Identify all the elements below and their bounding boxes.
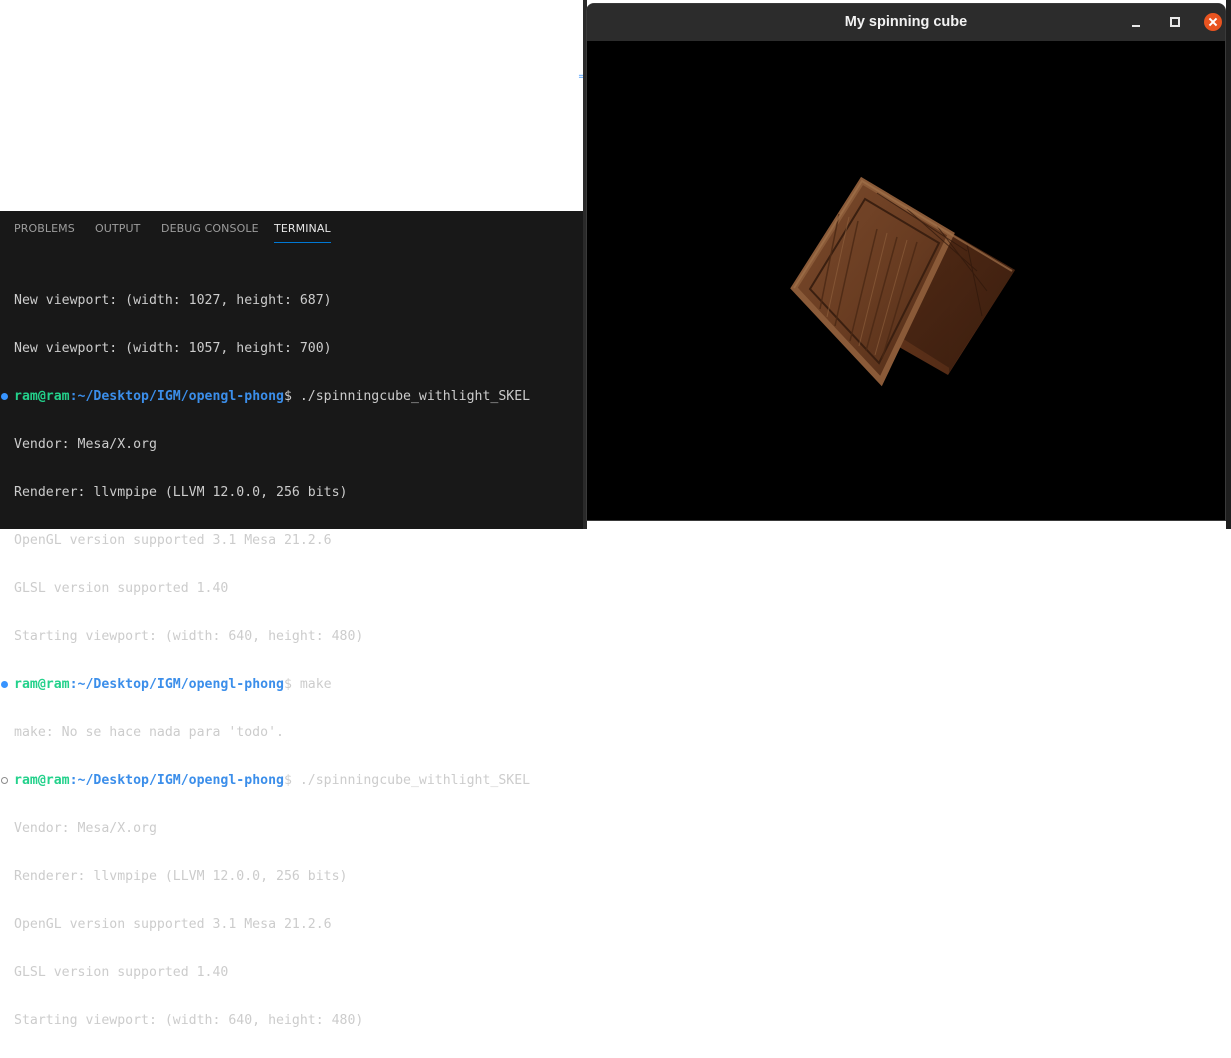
spinning-cube-render bbox=[790, 176, 1015, 387]
terminal-line: Vendor: Mesa/X.org bbox=[14, 437, 157, 452]
close-icon[interactable] bbox=[1204, 13, 1222, 31]
editor-area bbox=[0, 0, 583, 211]
tab-debug-console[interactable]: DEBUG CONSOLE bbox=[161, 211, 259, 245]
terminal-line: New viewport: (width: 1057, height: 700) bbox=[14, 341, 332, 356]
tab-problems[interactable]: PROBLEMS bbox=[14, 211, 75, 245]
terminal-line: Vendor: Mesa/X.org bbox=[14, 821, 157, 836]
opengl-viewport[interactable] bbox=[587, 41, 1225, 520]
command-status-icon[interactable] bbox=[1, 777, 8, 784]
terminal-line: New viewport: (width: 1027, height: 687) bbox=[14, 293, 332, 308]
terminal-line: make: No se hace nada para 'todo'. bbox=[14, 725, 284, 740]
terminal-line: GLSL version supported 1.40 bbox=[14, 581, 229, 596]
terminal-line: OpenGL version supported 3.1 Mesa 21.2.6 bbox=[14, 533, 332, 548]
terminal-command-line: ram@ram:~/Desktop/IGM/opengl-phong$ ./sp… bbox=[1, 773, 584, 789]
window-titlebar[interactable]: My spinning cube bbox=[587, 4, 1225, 41]
right-edge-panel bbox=[1226, 0, 1231, 529]
bottom-panel: PROBLEMS OUTPUT DEBUG CONSOLE TERMINAL N… bbox=[0, 211, 584, 1028]
terminal-line: Starting viewport: (width: 640, height: … bbox=[14, 1013, 364, 1028]
app-window[interactable]: My spinning cube bbox=[586, 3, 1226, 521]
minimize-icon[interactable] bbox=[1127, 13, 1145, 31]
tab-terminal[interactable]: TERMINAL bbox=[274, 211, 331, 245]
tab-output[interactable]: OUTPUT bbox=[95, 211, 140, 245]
terminal-command-line: ram@ram:~/Desktop/IGM/opengl-phong$ make bbox=[1, 677, 584, 693]
terminal-output[interactable]: New viewport: (width: 1027, height: 687)… bbox=[1, 261, 584, 1058]
command-status-icon[interactable] bbox=[1, 393, 8, 400]
terminal-command-line: ram@ram:~/Desktop/IGM/opengl-phong$ ./sp… bbox=[1, 389, 584, 405]
panel-tab-bar: PROBLEMS OUTPUT DEBUG CONSOLE TERMINAL bbox=[0, 211, 584, 245]
terminal-line: Starting viewport: (width: 640, height: … bbox=[14, 629, 364, 644]
terminal-line: Renderer: llvmpipe (LLVM 12.0.0, 256 bit… bbox=[14, 485, 348, 500]
terminal-line: GLSL version supported 1.40 bbox=[14, 965, 229, 980]
command-status-icon[interactable] bbox=[1, 681, 8, 688]
terminal-line: Renderer: llvmpipe (LLVM 12.0.0, 256 bit… bbox=[14, 869, 348, 884]
terminal-line: OpenGL version supported 3.1 Mesa 21.2.6 bbox=[14, 917, 332, 932]
maximize-icon[interactable] bbox=[1166, 13, 1184, 31]
